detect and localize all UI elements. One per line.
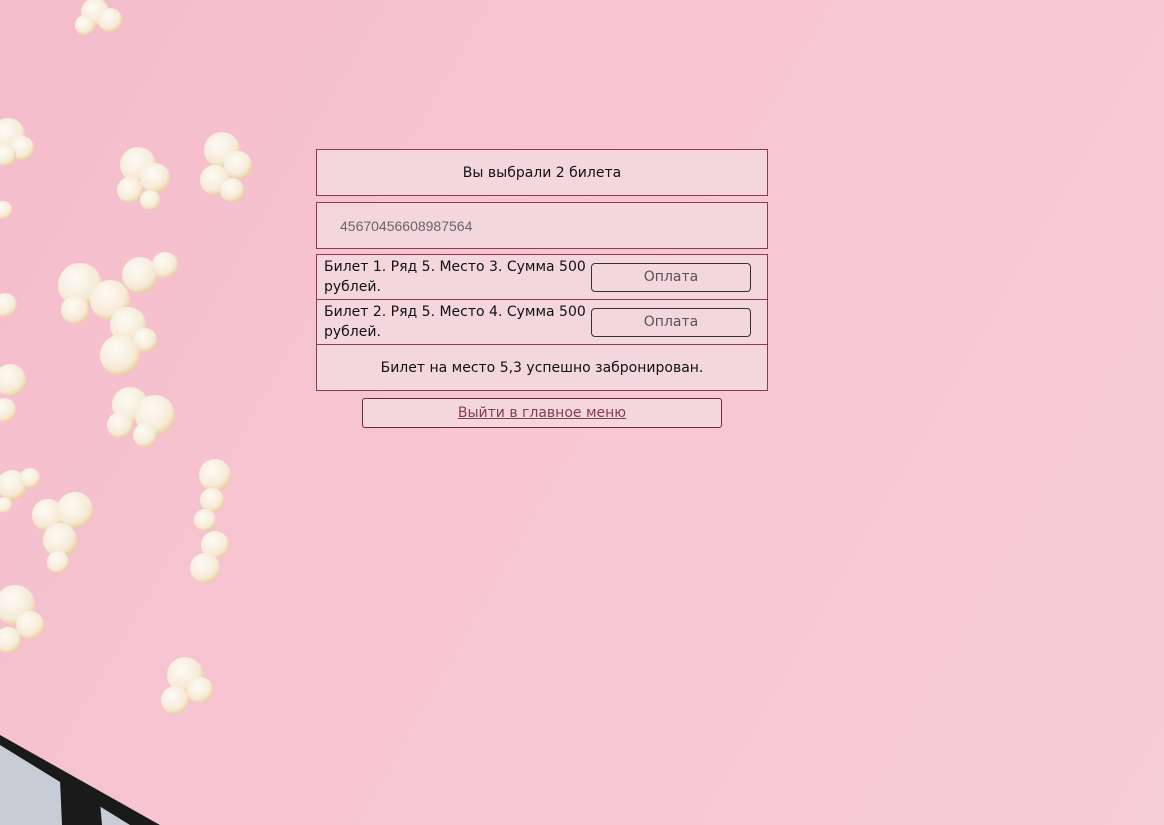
popcorn-kernel [0,201,12,219]
ticket-row: Билет 1. Ряд 5. Место 3. Сумма 500 рубле… [316,254,768,300]
pay-button[interactable]: Оплата [591,307,751,337]
popcorn-kernel [0,468,40,513]
ticket-description: Билет 1. Ряд 5. Место 3. Сумма 500 рубле… [324,259,586,295]
popcorn-kernel [58,252,178,375]
booking-status-message: Билет на место 5,3 успешно забронирован. [380,359,704,376]
popcorn-kernel [0,118,34,166]
main-menu-button[interactable]: Выйти в главное меню [362,398,722,428]
booking-status: Билет на место 5,3 успешно забронирован. [316,344,768,391]
ticket-description: Билет 2. Ряд 5. Место 4. Сумма 500 рубле… [324,304,586,340]
popcorn-kernel [0,585,44,653]
selected-tickets-header: Вы выбрали 2 билета [316,149,768,196]
popcorn-kernel [200,132,252,202]
popcorn-kernel [117,147,170,210]
selected-tickets-title: Вы выбрали 2 билета [462,164,622,181]
popcorn-kernel [161,657,213,714]
popcorn-kernel [75,0,122,35]
popcorn-kernel [190,459,231,583]
popcorn-kernel [32,492,93,573]
card-number-value: 45670456608987564 [340,217,473,234]
popcorn-kernel [0,293,26,422]
clapperboard-corner [0,735,160,825]
pay-button[interactable]: Оплата [591,262,751,292]
ticket-row: Билет 2. Ряд 5. Место 4. Сумма 500 рубле… [316,299,768,345]
card-number-field[interactable]: 45670456608987564 [316,202,768,249]
main-menu-link[interactable]: Выйти в главное меню [458,405,626,421]
popcorn-kernel [107,387,175,447]
